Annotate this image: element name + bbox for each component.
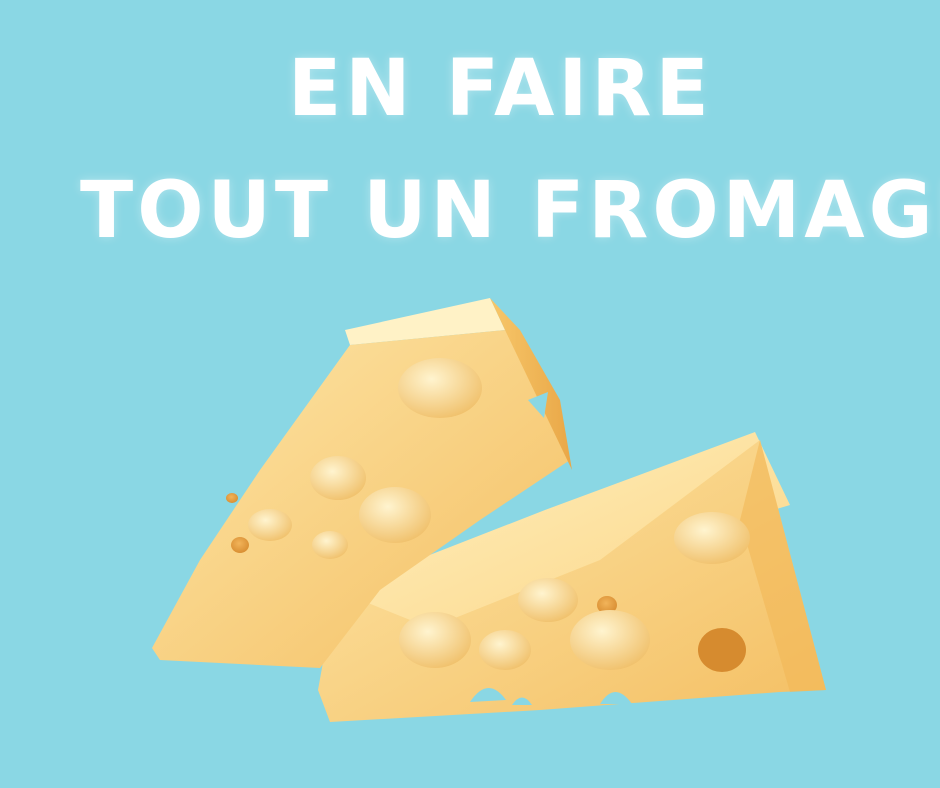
cheese-illustration [152,298,826,722]
poster: EN FAIRE TOUT UN FROMAGE [0,0,940,788]
